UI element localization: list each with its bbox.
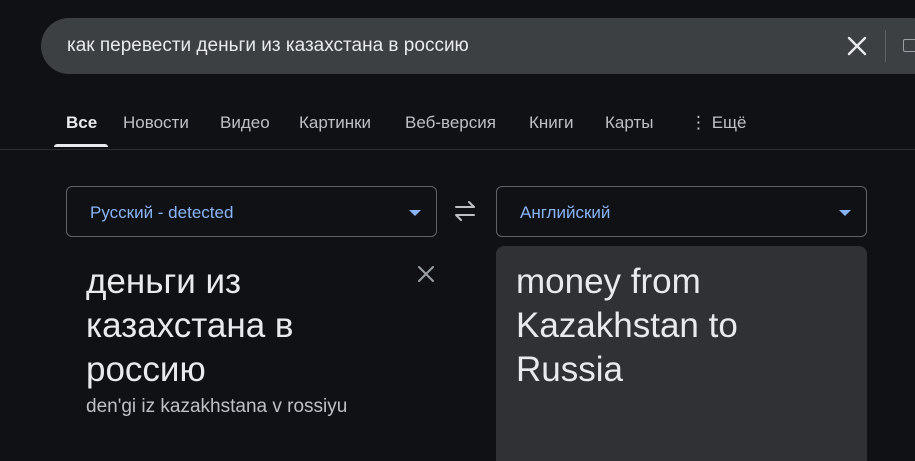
tab-maps[interactable]: Карты <box>605 113 653 133</box>
close-icon <box>847 36 867 56</box>
tab-news[interactable]: Новости <box>123 113 189 133</box>
target-language-label: Английский <box>520 203 611 222</box>
dropdown-arrow-icon <box>409 210 421 216</box>
source-language-select[interactable]: Русский - detected <box>66 186 437 237</box>
dropdown-arrow-icon <box>839 210 851 216</box>
source-text-input[interactable]: деньги из казахстана в россию <box>86 260 386 392</box>
search-bar[interactable]: как перевести деньги из казахстана в рос… <box>41 18 915 74</box>
tab-images[interactable]: Картинки <box>299 113 371 133</box>
tab-books[interactable]: Книги <box>529 113 573 133</box>
close-icon <box>418 266 434 282</box>
active-tab-indicator <box>54 144 108 147</box>
search-input[interactable]: как перевести деньги из казахстана в рос… <box>67 35 469 57</box>
tab-web[interactable]: Веб-версия <box>405 113 496 133</box>
transliteration-text: den'gi iz kazakhstana v rossiyu <box>86 396 348 417</box>
target-language-select[interactable]: Английский <box>496 186 867 237</box>
tab-all[interactable]: Все <box>66 113 97 133</box>
tab-video[interactable]: Видео <box>220 113 270 133</box>
swap-languages-button[interactable] <box>450 198 480 224</box>
tab-more[interactable]: ⋮ Ещё <box>690 113 747 133</box>
translation-output-panel: money from Kazakhstan to Russia <box>496 246 867 461</box>
page: как перевести деньги из казахстана в рос… <box>0 0 915 461</box>
tabs-divider <box>0 149 915 150</box>
source-language-label: Русский - detected <box>90 203 234 222</box>
keyboard-icon[interactable] <box>903 39 915 52</box>
search-divider <box>885 30 886 62</box>
clear-search-button[interactable] <box>845 34 869 58</box>
translation-text: money from Kazakhstan to Russia <box>516 262 738 389</box>
swap-arrows-icon <box>455 201 475 221</box>
clear-source-button[interactable] <box>414 262 438 286</box>
